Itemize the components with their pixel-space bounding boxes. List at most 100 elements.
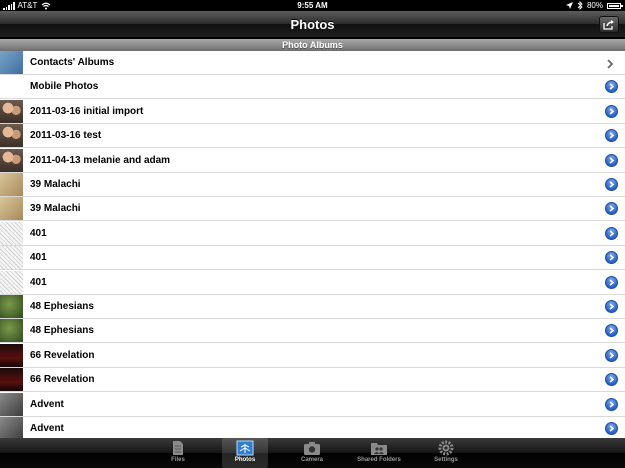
album-label: 401 [30, 252, 47, 264]
album-label: Advent [30, 423, 64, 434]
detail-disclosure-button[interactable] [605, 397, 618, 411]
detail-disclosure-button[interactable] [605, 324, 618, 338]
album-row[interactable]: Advent [0, 392, 625, 417]
status-bar: AT&T 9:55 AM 80% [0, 0, 625, 11]
album-thumbnail [0, 75, 23, 99]
album-label: Advent [30, 398, 64, 410]
detail-disclosure-button[interactable] [605, 129, 618, 143]
album-row[interactable]: 48 Ephesians [0, 295, 625, 319]
album-row[interactable]: 66 Revelation [0, 343, 625, 368]
tab-camera[interactable]: Camera [289, 438, 335, 468]
album-label: 2011-03-16 initial import [30, 105, 144, 117]
chevron-right-icon [609, 303, 615, 310]
chevron-right-icon [609, 254, 615, 261]
album-row[interactable]: 2011-04-13 melanie and adam [0, 148, 625, 173]
page-title: Photos [290, 17, 335, 32]
chevron-right-icon [609, 400, 615, 408]
album-thumbnail [0, 148, 23, 172]
battery-percent: 80% [586, 1, 603, 10]
detail-disclosure-button[interactable] [605, 422, 618, 435]
album-row[interactable]: 401 [0, 221, 625, 246]
album-thumbnail [0, 368, 23, 392]
album-row[interactable]: 66 Revelation [0, 368, 625, 393]
album-row[interactable]: 2011-03-16 initial import [0, 99, 625, 124]
album-label: 2011-04-13 melanie and adam [30, 154, 171, 166]
chevron-right-icon [609, 83, 615, 91]
chevron-right-icon [609, 327, 615, 335]
detail-disclosure-button[interactable] [605, 275, 618, 289]
detail-disclosure-button[interactable] [605, 300, 618, 313]
detail-disclosure-button[interactable] [605, 373, 618, 387]
album-label: 401 [30, 227, 47, 239]
album-row[interactable]: 2011-03-16 test [0, 124, 625, 149]
tab-label: Shared Folders [357, 457, 401, 463]
bluetooth-icon [577, 1, 583, 10]
album-thumbnail [0, 270, 23, 294]
camera-icon [289, 440, 335, 456]
files-icon [155, 440, 201, 456]
shared-folders-icon [351, 440, 407, 456]
chevron-right-icon [604, 57, 616, 69]
album-list[interactable]: Contacts' Albums Mobile Photos 2011-03-16 … [0, 51, 625, 438]
share-button[interactable] [599, 16, 619, 33]
album-label: 66 Revelation [30, 374, 95, 386]
chevron-right-icon [609, 425, 615, 432]
navigation-bar: Photos [0, 11, 625, 38]
album-row[interactable]: 401 [0, 270, 625, 295]
tab-bar: Files Photos Camera Shared Folders Settings [0, 438, 625, 468]
album-label: 2011-03-16 test [30, 130, 102, 142]
tab-label: Photos [234, 457, 256, 463]
album-thumbnail [0, 343, 23, 367]
tab-label: Files [171, 457, 185, 463]
chevron-right-icon [609, 156, 615, 164]
detail-disclosure-button[interactable] [605, 104, 618, 118]
detail-disclosure-button[interactable] [605, 80, 618, 94]
chevron-right-icon [609, 132, 615, 139]
settings-icon [423, 440, 469, 456]
album-thumbnail [0, 197, 23, 221]
album-row[interactable]: 401 [0, 246, 625, 271]
tab-settings[interactable]: Settings [423, 438, 469, 468]
battery-icon [607, 2, 623, 9]
detail-disclosure-button[interactable] [605, 251, 618, 265]
share-icon [603, 19, 614, 30]
chevron-right-icon [609, 205, 615, 213]
album-row[interactable]: 39 Malachi [0, 173, 625, 197]
album-thumbnail [0, 124, 23, 148]
status-time: 9:55 AM [297, 1, 328, 10]
tab-files[interactable]: Files [155, 438, 201, 468]
album-label: 401 [30, 276, 47, 288]
album-label: 39 Malachi [30, 179, 81, 190]
album-row[interactable]: 48 Ephesians [0, 319, 625, 344]
photos-icon [222, 440, 268, 456]
album-thumbnail [0, 221, 23, 245]
chevron-right-icon [609, 181, 615, 188]
chevron-right-icon [609, 352, 615, 359]
album-thumbnail [0, 295, 23, 318]
album-row[interactable]: Advent [0, 417, 625, 438]
album-thumbnail [0, 417, 23, 438]
detail-disclosure-button[interactable] [605, 226, 618, 240]
album-thumbnail [0, 392, 23, 416]
album-label: Contacts' Albums [30, 57, 115, 68]
album-thumbnail [0, 51, 23, 74]
album-row[interactable]: Mobile Photos [0, 75, 625, 100]
detail-disclosure-button[interactable] [605, 202, 618, 216]
detail-disclosure-button[interactable] [605, 178, 618, 191]
location-arrow-icon [565, 2, 573, 9]
tab-shared-folders[interactable]: Shared Folders [351, 438, 407, 468]
album-label: Mobile Photos [30, 81, 99, 93]
tab-photos[interactable]: Photos [222, 438, 268, 468]
album-label: 48 Ephesians [30, 301, 94, 312]
album-thumbnail [0, 319, 23, 343]
chevron-right-icon [609, 278, 615, 286]
section-header: Photo Albums [0, 39, 625, 51]
album-thumbnail [0, 99, 23, 123]
detail-disclosure-button[interactable] [605, 348, 618, 362]
chevron-right-icon [609, 108, 615, 115]
album-row[interactable]: 39 Malachi [0, 197, 625, 222]
tab-label: Camera [300, 457, 323, 463]
album-thumbnail [0, 246, 23, 270]
detail-disclosure-button[interactable] [605, 153, 618, 167]
album-row[interactable]: Contacts' Albums [0, 51, 625, 75]
